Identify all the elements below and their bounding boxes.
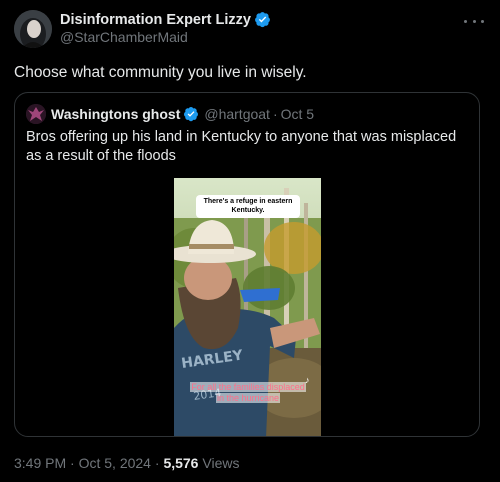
separator-dot: · bbox=[272, 106, 278, 122]
quoted-tweet-header: Washingtons ghost @hartgoat · Oct 5 bbox=[26, 104, 314, 124]
tweet-header: Disinformation Expert Lizzy @StarChamber… bbox=[14, 10, 486, 50]
more-icon[interactable] bbox=[464, 14, 484, 28]
separator-dot: · bbox=[66, 455, 79, 471]
tweet-text: Choose what community you live in wisely… bbox=[14, 64, 307, 81]
author-handle[interactable]: @StarChamberMaid bbox=[60, 29, 271, 45]
author-display-name[interactable]: Disinformation Expert Lizzy bbox=[60, 12, 251, 28]
quoted-tweet-video[interactable]: HARLEY 2014 There's a refuge in eastern … bbox=[174, 178, 321, 436]
quoted-tweet[interactable]: Washingtons ghost @hartgoat · Oct 5 Bros… bbox=[14, 92, 480, 437]
quoted-author-handle[interactable]: @hartgoat bbox=[204, 106, 270, 122]
tweet-time[interactable]: 3:49 PM bbox=[14, 455, 66, 471]
video-caption-top: There's a refuge in eastern Kentucky. bbox=[196, 195, 300, 218]
views-count: 5,576 bbox=[163, 455, 199, 471]
tweet-meta: 3:49 PM · Oct 5, 2024 · 5,576 Views bbox=[14, 455, 239, 471]
video-caption-line-1: For all the families displaced bbox=[190, 382, 306, 392]
quoted-tweet-time[interactable]: Oct 5 bbox=[281, 106, 314, 122]
video-caption-line-2: in the hurricane bbox=[215, 393, 281, 403]
video-caption-bottom: For all the families displaced in the hu… bbox=[182, 382, 314, 404]
quoted-author-display-name[interactable]: Washingtons ghost bbox=[51, 106, 180, 122]
tiktok-icon: ♪ bbox=[305, 375, 310, 385]
verified-badge-icon bbox=[255, 12, 270, 28]
tweet-date[interactable]: Oct 5, 2024 bbox=[79, 455, 151, 471]
quoted-author-avatar bbox=[26, 104, 46, 124]
author-avatar[interactable] bbox=[14, 10, 52, 48]
quoted-tweet-text: Bros offering up his land in Kentucky to… bbox=[26, 129, 457, 164]
separator-dot: · bbox=[150, 455, 164, 471]
verified-badge-icon bbox=[184, 107, 199, 122]
views-label: Views bbox=[198, 455, 240, 471]
